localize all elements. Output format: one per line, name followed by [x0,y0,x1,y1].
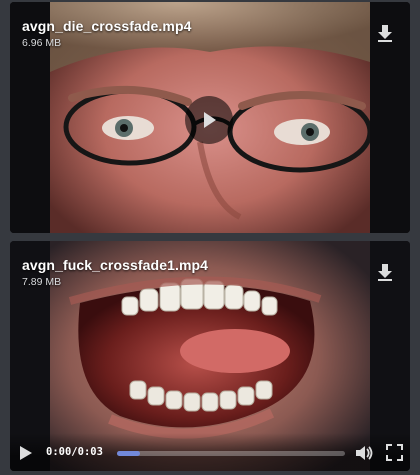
download-button[interactable] [374,261,396,283]
video-controls: 0:00/0:03 [10,433,410,471]
play-icon [20,446,32,460]
download-button[interactable] [374,22,396,44]
download-icon [378,264,392,281]
video-attachment[interactable]: avgn_fuck_crossfade1.mp4 7.89 MB 0:00/0:… [10,241,410,471]
play-button[interactable] [18,445,34,461]
download-icon [378,25,392,42]
progress-fill [117,451,140,456]
fullscreen-icon [386,444,403,461]
file-name[interactable]: avgn_fuck_crossfade1.mp4 [22,257,360,273]
file-size: 7.89 MB [22,276,62,288]
fullscreen-button[interactable] [386,444,403,461]
play-button[interactable] [185,96,233,144]
file-name[interactable]: avgn_die_crossfade.mp4 [22,18,360,34]
file-meta: avgn_die_crossfade.mp4 6.96 MB [22,18,360,49]
file-meta: avgn_fuck_crossfade1.mp4 7.89 MB [22,257,360,288]
play-icon [204,112,216,128]
volume-icon [356,446,373,460]
volume-button[interactable] [355,444,373,462]
file-size: 6.96 MB [22,37,62,49]
progress-bar[interactable] [117,451,345,456]
duration: 0:03 [77,446,103,458]
video-attachment[interactable]: avgn_die_crossfade.mp4 6.96 MB [10,2,410,233]
time-display: 0:00/0:03 [46,446,103,458]
current-time: 0:00 [46,446,72,458]
